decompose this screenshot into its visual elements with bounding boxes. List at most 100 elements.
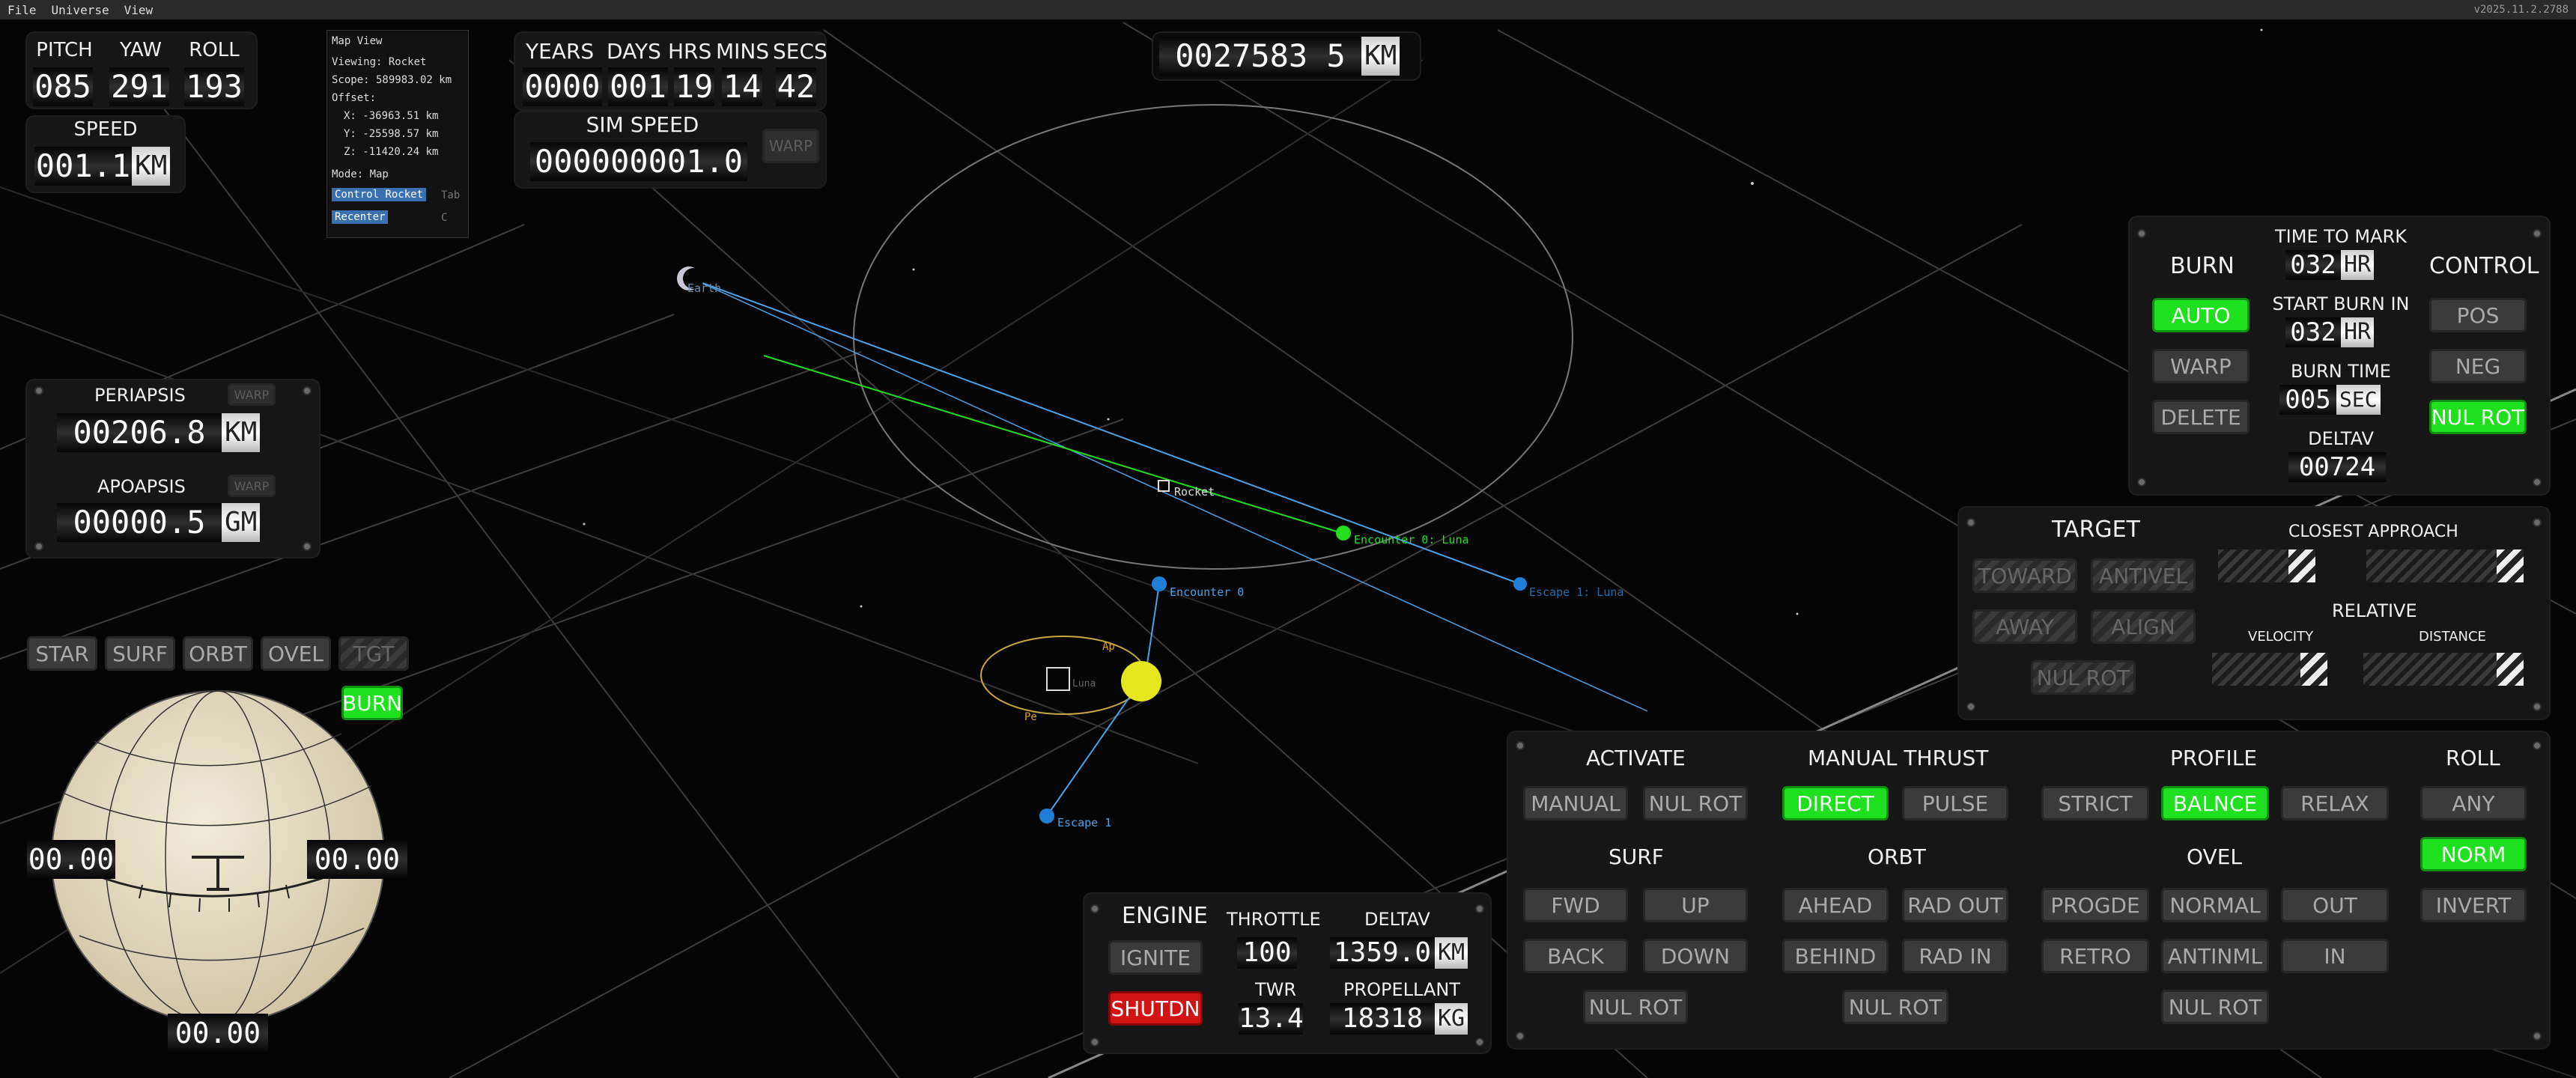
control-pos-button[interactable]: POS [2429,298,2527,332]
activate-nul-rot-button[interactable]: NUL ROT [1643,786,1748,820]
target-antivel-button[interactable]: ANTIVEL [2091,558,2196,593]
periapsis-warp-button[interactable]: WARP [228,383,276,406]
yaw-readout: 291 [109,67,169,106]
shutdn-button[interactable]: SHUTDN [1108,991,1203,1026]
burn-delete-button[interactable]: DELETE [2152,400,2250,434]
target-nul-rot-button[interactable]: NUL ROT [2031,660,2136,695]
surf-nul-rot-button[interactable]: NUL ROT [1583,990,1688,1024]
rocket-marker[interactable] [1158,480,1170,492]
relative-velocity-readout [2212,653,2302,686]
map-view-title: Map View [332,35,383,47]
roll-norm-button[interactable]: NORM [2420,837,2527,871]
sim-warp-button[interactable]: WARP [762,129,819,163]
apoapsis-warp-button[interactable]: WARP [228,475,276,497]
control-nul-rot-button[interactable]: NUL ROT [2429,400,2527,434]
map-view-z: Z: -11420.24 km [344,146,439,158]
surf-label: SURF [1609,844,1664,869]
profile-relax-button[interactable]: RELAX [2281,786,2389,820]
surf-up-button[interactable]: UP [1643,888,1748,922]
nav-mode-star-button[interactable]: STAR [27,636,97,671]
ignite-button[interactable]: IGNITE [1108,940,1203,975]
recenter-button[interactable]: Recenter [332,210,389,224]
nav-mode-tgt-button[interactable]: TGT [338,636,409,671]
profile-strict-button[interactable]: STRICT [2041,786,2149,820]
periapsis-readout: 00206.8 KM [57,413,261,452]
start-burn-readout: 032 HR [2285,317,2375,347]
navball-left-readout: 00.00 [27,840,115,879]
burn-auto-button[interactable]: AUTO [2152,298,2250,332]
engine-deltav-readout: 1359.0 KM [1330,937,1468,969]
orbt-rad-out-button[interactable]: RAD OUT [1902,888,2008,922]
ovel-progde-button[interactable]: PROGDE [2041,888,2149,922]
ovel-out-button[interactable]: OUT [2281,888,2389,922]
surf-back-button[interactable]: BACK [1523,939,1628,973]
thrust-direct-button[interactable]: DIRECT [1782,786,1889,820]
ovel-antinml-button[interactable]: ANTINML [2161,939,2269,973]
encounter-0-marker[interactable] [1152,576,1167,591]
hrs-readout: 19 [674,67,714,106]
activate-manual-button[interactable]: MANUAL [1523,786,1628,820]
menu-bar: File Universe View v2025.11.2.2788 [0,0,2576,19]
nav-mode-ovel-button[interactable]: OVEL [261,636,331,671]
orbt-nul-rot-button[interactable]: NUL ROT [1842,990,1948,1024]
ovel-normal-button[interactable]: NORMAL [2161,888,2269,922]
orbt-rad-in-button[interactable]: RAD IN [1902,939,2008,973]
earth-label: Earth [687,281,722,295]
roll-mode-label: ROLL [2446,746,2500,770]
engine-panel: ENGINE IGNITE SHUTDN THROTTLE 100 TWR 13… [1084,894,1490,1053]
start-burn-label: START BURN IN [2272,293,2410,314]
engine-deltav-label: DELTAV [1364,909,1430,930]
surf-down-button[interactable]: DOWN [1643,939,1748,973]
luna-target-box [1046,667,1070,691]
throttle-label: THROTTLE [1227,909,1321,930]
propellant-label: PROPELLANT [1343,979,1460,1000]
control-neg-button[interactable]: NEG [2429,349,2527,383]
time-panel: YEARS DAYS HRS MINS SECS 0000 001 19 14 … [515,33,827,109]
target-toward-button[interactable]: TOWARD [1972,558,2077,593]
nav-mode-surf-button[interactable]: SURF [105,636,175,671]
velocity-label: VELOCITY [2248,629,2314,645]
periapsis-marker: Pe [1024,711,1037,723]
sim-speed-label: SIM SPEED [586,112,699,137]
luna-local-orbit [980,636,1146,715]
engine-label: ENGINE [1122,903,1208,929]
orbt-behind-button[interactable]: BEHIND [1782,939,1889,973]
roll-any-button[interactable]: ANY [2420,786,2527,820]
twr-label: TWR [1255,979,1297,1000]
ovel-in-button[interactable]: IN [2281,939,2389,973]
burn-deltav-readout: 00724 [2288,452,2386,482]
target-align-button[interactable]: ALIGN [2091,609,2196,644]
menu-file[interactable]: File [0,3,44,17]
distance-readout: 0027583 5 KM [1159,37,1400,76]
map-view-scope: Scope: 589983.02 km [332,74,452,86]
thrust-pulse-button[interactable]: PULSE [1902,786,2008,820]
periapsis-label: PERIAPSIS [94,385,186,406]
menu-universe[interactable]: Universe [44,3,117,17]
target-panel: TARGET TOWARD ANTIVEL AWAY ALIGN NUL ROT… [1959,508,2549,719]
ovel-retro-button[interactable]: RETRO [2041,939,2149,973]
ovel-nul-rot-button[interactable]: NUL ROT [2161,990,2269,1024]
surf-fwd-button[interactable]: FWD [1523,888,1628,922]
menu-view[interactable]: View [117,3,161,17]
years-label: YEARS [526,39,595,64]
days-readout: 001 [608,67,668,106]
luna-body[interactable] [1121,661,1161,701]
profile-balnce-button[interactable]: BALNCE [2161,786,2269,820]
escape-1-luna-marker[interactable] [1513,577,1527,591]
trajectory-return [696,280,1648,712]
roll-label: ROLL [189,39,240,61]
mins-readout: 14 [722,67,762,106]
orbt-ahead-button[interactable]: AHEAD [1782,888,1889,922]
sim-speed-panel: SIM SPEED 000000001.0 WARP [515,112,825,187]
nav-mode-orbt-button[interactable]: ORBT [183,636,253,671]
roll-invert-button[interactable]: INVERT [2420,888,2527,922]
trajectory-encounter [763,355,1345,535]
escape-1-marker[interactable] [1039,808,1054,823]
encounter-luna-marker[interactable] [1336,526,1351,540]
time-to-mark-label: TIME TO MARK [2275,226,2407,247]
secs-label: SECS [773,39,827,64]
target-away-button[interactable]: AWAY [1972,609,2077,644]
luna-orbit [853,104,1573,570]
burn-warp-button[interactable]: WARP [2152,349,2250,383]
control-rocket-button[interactable]: Control Rocket [332,188,427,201]
